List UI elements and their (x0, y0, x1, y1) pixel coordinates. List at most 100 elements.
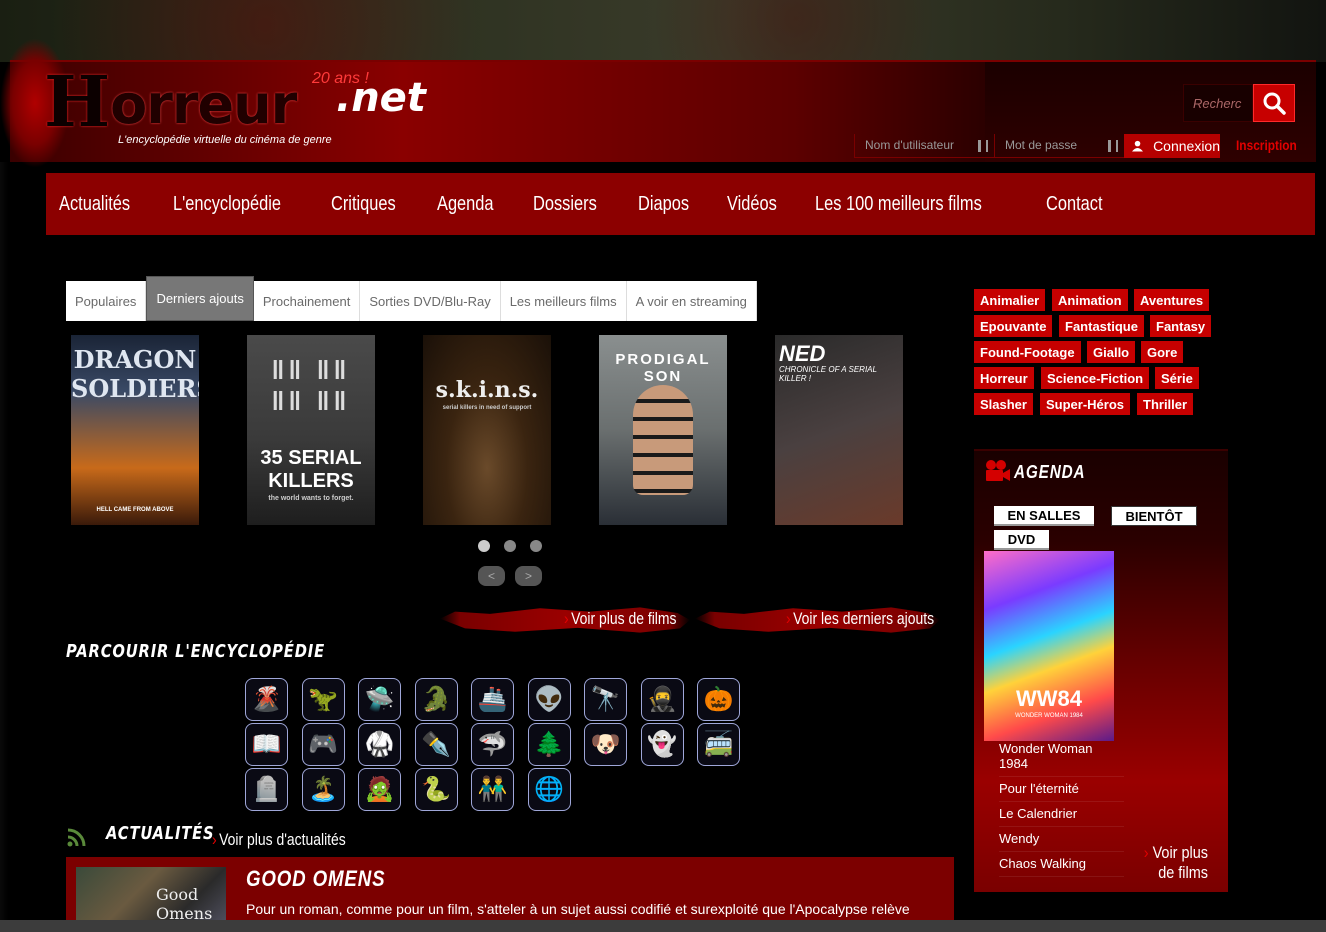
genre-tag[interactable]: Gore (1141, 341, 1184, 363)
pen-icon[interactable]: ✒️ (414, 723, 458, 766)
dinosaur-icon[interactable]: 🦖 (301, 678, 345, 721)
tab-populaires[interactable]: Populaires (66, 281, 147, 321)
nav-item-dossiers[interactable]: Dossiers (533, 193, 597, 216)
key-icon (978, 140, 988, 152)
genre-tag[interactable]: Super-Héros (1040, 393, 1131, 415)
alien-icon[interactable]: 👽 (527, 678, 571, 721)
agenda-tab-bientot[interactable]: BIENTÔT (1111, 506, 1197, 526)
agenda-item[interactable]: Wonder Woman 1984 (999, 741, 1124, 777)
genre-tag[interactable]: Slasher (974, 393, 1033, 415)
agenda-poster[interactable]: WW84 WONDER WOMAN 1984 (984, 551, 1114, 741)
site-logo[interactable]: H orreur (44, 62, 297, 137)
gamepad-icon[interactable]: 🎮 (301, 723, 345, 766)
nav-item-videos[interactable]: Vidéos (727, 193, 777, 216)
volcano-icon[interactable]: 🌋 (245, 678, 288, 721)
agenda-tab-en-salles[interactable]: EN SALLES (994, 506, 1094, 526)
tab-streaming[interactable]: A voir en streaming (627, 281, 757, 321)
ninja-icon[interactable]: 🥷 (640, 678, 684, 721)
book-icon[interactable]: 📖 (245, 723, 288, 766)
tab-meilleurs-films[interactable]: Les meilleurs films (501, 281, 627, 321)
genre-tag[interactable]: Série (1155, 367, 1199, 389)
tab-sorties-dvd[interactable]: Sorties DVD/Blu-Ray (360, 281, 501, 321)
genre-tag[interactable]: Horreur (974, 367, 1034, 389)
face-illustration (633, 385, 693, 495)
genre-tag[interactable]: Epouvante (974, 315, 1053, 337)
agenda-item[interactable]: Chaos Walking (999, 856, 1124, 877)
island-icon[interactable]: 🏝️ (301, 768, 345, 811)
genre-tag[interactable]: Thriller (1137, 393, 1194, 415)
film-camera-icon (986, 460, 1010, 481)
film-poster[interactable]: PRODIGAL SON (599, 335, 727, 525)
carousel-dots (478, 540, 542, 552)
film-poster[interactable]: ‖‖ ‖‖ ‖‖ ‖‖ 35 SERIAL KILLERS the world w… (247, 335, 375, 525)
more-films-link[interactable]: › Voir plus de films (564, 609, 676, 629)
tab-prochainement[interactable]: Prochainement (254, 281, 361, 321)
crocodile-icon[interactable]: 🐊 (414, 678, 458, 721)
nav-item-top100[interactable]: Les 100 meilleurs films (815, 193, 982, 216)
carousel-dot[interactable] (478, 540, 490, 552)
latest-adds-link[interactable]: › Voir les derniers ajouts (786, 609, 934, 629)
tombstone-icon[interactable]: 🪦 (245, 768, 288, 811)
nav-item-diapos[interactable]: Diapos (638, 193, 689, 216)
snake-icon[interactable]: 🐍 (414, 768, 458, 811)
agenda-item[interactable]: Pour l'éternité (999, 781, 1124, 802)
carousel-next-button[interactable]: > (515, 566, 542, 586)
carousel-prev-button[interactable]: < (478, 566, 505, 586)
search-input[interactable]: Recherc (1183, 84, 1253, 122)
genre-tag[interactable]: Fantastique (1059, 315, 1144, 337)
nav-item-encyclopedie[interactable]: L'encyclopédie (173, 193, 281, 216)
key-icon (1108, 140, 1118, 152)
carousel-dot[interactable] (504, 540, 516, 552)
username-field[interactable]: Nom d'utilisateur (854, 134, 994, 158)
carousel-dot[interactable] (530, 540, 542, 552)
genre-tag[interactable]: Fantasy (1150, 315, 1212, 337)
pumpkin-icon[interactable]: 🎃 (697, 678, 740, 721)
film-poster[interactable]: NED CHRONICLE OF A SERIAL KILLER ! (775, 335, 903, 525)
horizontal-scrollbar[interactable] (0, 920, 1326, 932)
shark-icon[interactable]: 🦈 (471, 723, 514, 766)
rss-icon[interactable] (66, 828, 86, 848)
agenda-item[interactable]: Le Calendrier (999, 806, 1124, 827)
film-poster[interactable]: DRAGON SOLDIERS HELL CAME FROM ABOVE (71, 335, 199, 525)
genre-icon-grid: 🌋 🦖 🛸 🐊 🚢 👽 🔭 🥷 🎃 📖 🎮 🥋 ✒️ 🦈 🌲 🐶 👻 🚎 🪦 🏝… (245, 678, 740, 811)
agenda-list: Wonder Woman 1984 Pour l'éternité Le Cal… (999, 741, 1124, 881)
encyclopedia-title: PARCOURIR L'ENCYCLOPÉDIE (66, 641, 326, 662)
search-icon (1263, 92, 1286, 115)
news-article-title[interactable]: GOOD OMENS (246, 866, 385, 892)
tab-derniers-ajouts[interactable]: Derniers ajouts (146, 276, 254, 321)
agenda-item[interactable]: Wendy (999, 831, 1124, 852)
agenda-title: AGENDA (1014, 462, 1086, 482)
ship-icon[interactable]: 🚢 (471, 678, 514, 721)
nav-item-agenda[interactable]: Agenda (437, 193, 494, 216)
film-tabs: Populaires Derniers ajouts Prochainement… (66, 276, 757, 321)
nav-item-critiques[interactable]: Critiques (331, 193, 396, 216)
dog-icon[interactable]: 🐶 (584, 723, 627, 766)
bus-icon[interactable]: 🚎 (697, 723, 740, 766)
genre-tag[interactable]: Animalier (974, 289, 1046, 311)
film-poster[interactable]: s.k.i.n.s. serial killers in need of sup… (423, 335, 551, 525)
ufo-icon[interactable]: 🛸 (358, 678, 401, 721)
logo-net: .net (336, 75, 426, 121)
agenda-more-link[interactable]: › Voir plus de films (1140, 843, 1208, 883)
genre-tag[interactable]: Found-Footage (974, 341, 1081, 363)
genre-tag[interactable]: Giallo (1087, 341, 1136, 363)
site-tagline: L'encyclopédie virtuelle du cinéma de ge… (118, 134, 332, 146)
login-button[interactable]: Connexion (1124, 134, 1220, 158)
nav-item-contact[interactable]: Contact (1046, 193, 1103, 216)
www-icon[interactable]: 🌐 (527, 768, 571, 811)
signup-link[interactable]: Inscription (1236, 137, 1297, 153)
forest-icon[interactable]: 🌲 (527, 723, 571, 766)
zombie-icon[interactable]: 🧟 (358, 768, 401, 811)
ghost-icon[interactable]: 👻 (640, 723, 684, 766)
agenda-tab-dvd[interactable]: DVD (994, 530, 1049, 550)
binoculars-icon[interactable]: 🔭 (584, 678, 627, 721)
martial-arts-icon[interactable]: 🥋 (358, 723, 401, 766)
twins-icon[interactable]: 👬 (471, 768, 514, 811)
more-news-link[interactable]: › Voir plus d'actualités (212, 830, 346, 850)
nav-item-actualites[interactable]: Actualités (59, 193, 130, 216)
search-button[interactable] (1253, 84, 1295, 122)
password-field[interactable]: Mot de passe (994, 134, 1124, 158)
genre-tag[interactable]: Animation (1052, 289, 1128, 311)
genre-tag[interactable]: Aventures (1134, 289, 1210, 311)
genre-tag[interactable]: Science-Fiction (1041, 367, 1150, 389)
